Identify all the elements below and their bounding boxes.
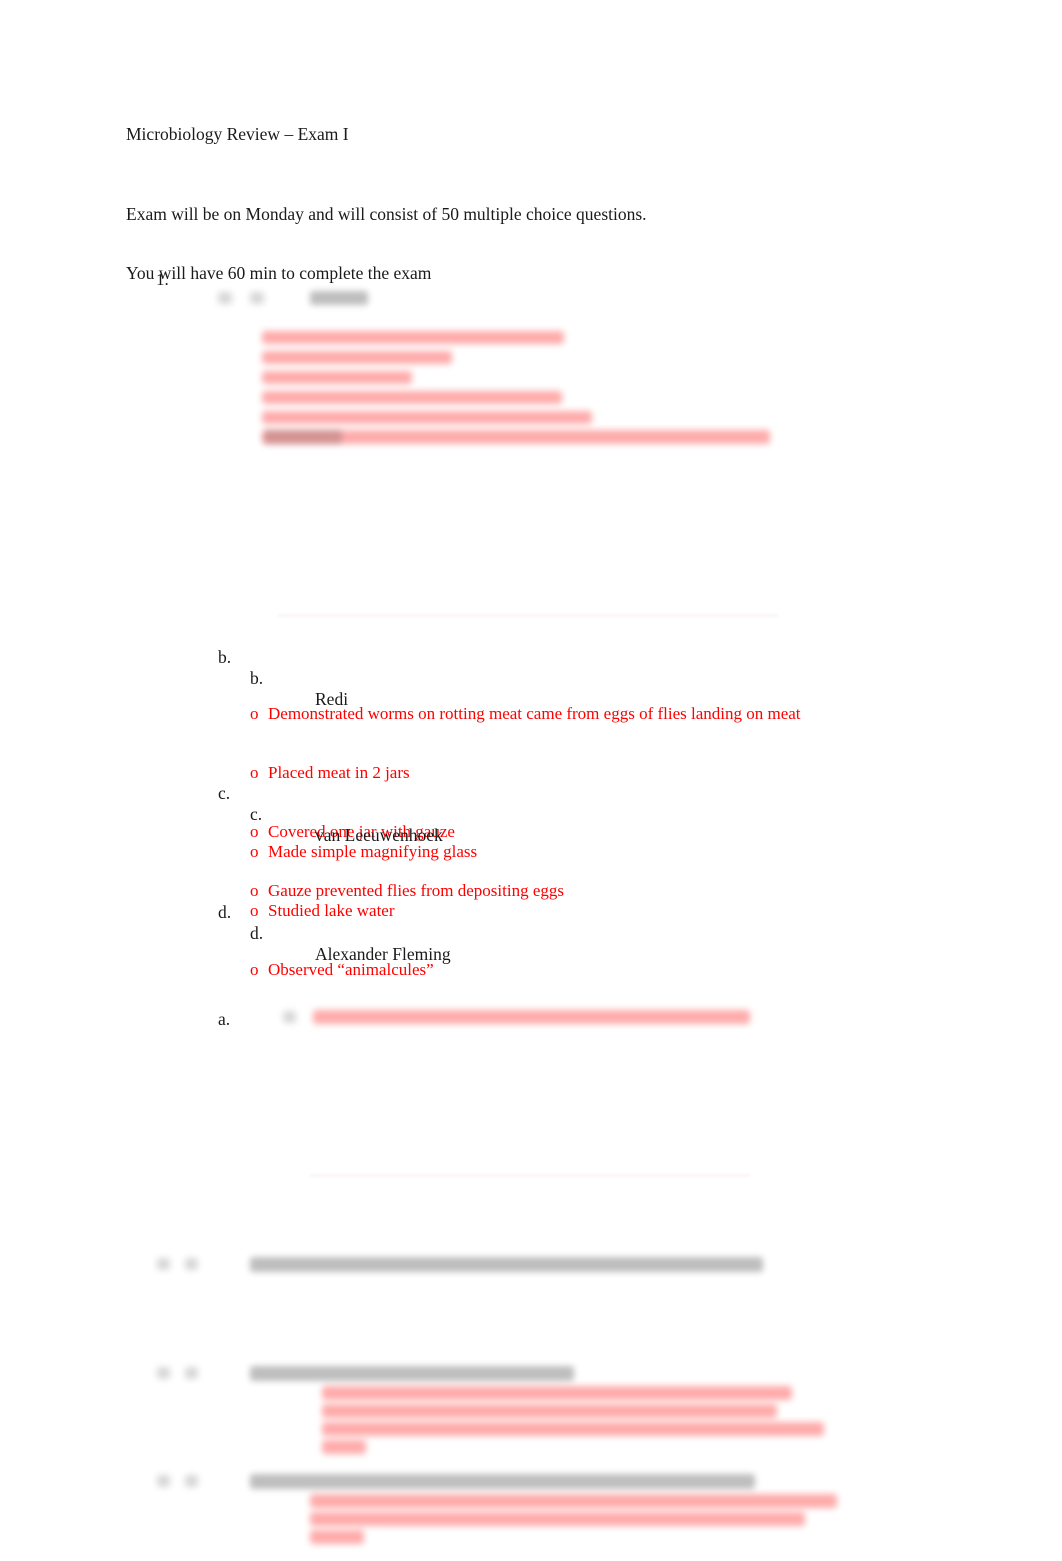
later-question-3-redacted [0, 0, 1062, 1561]
document-page: Microbiology Review – Exam I Exam will b… [0, 0, 1062, 1561]
